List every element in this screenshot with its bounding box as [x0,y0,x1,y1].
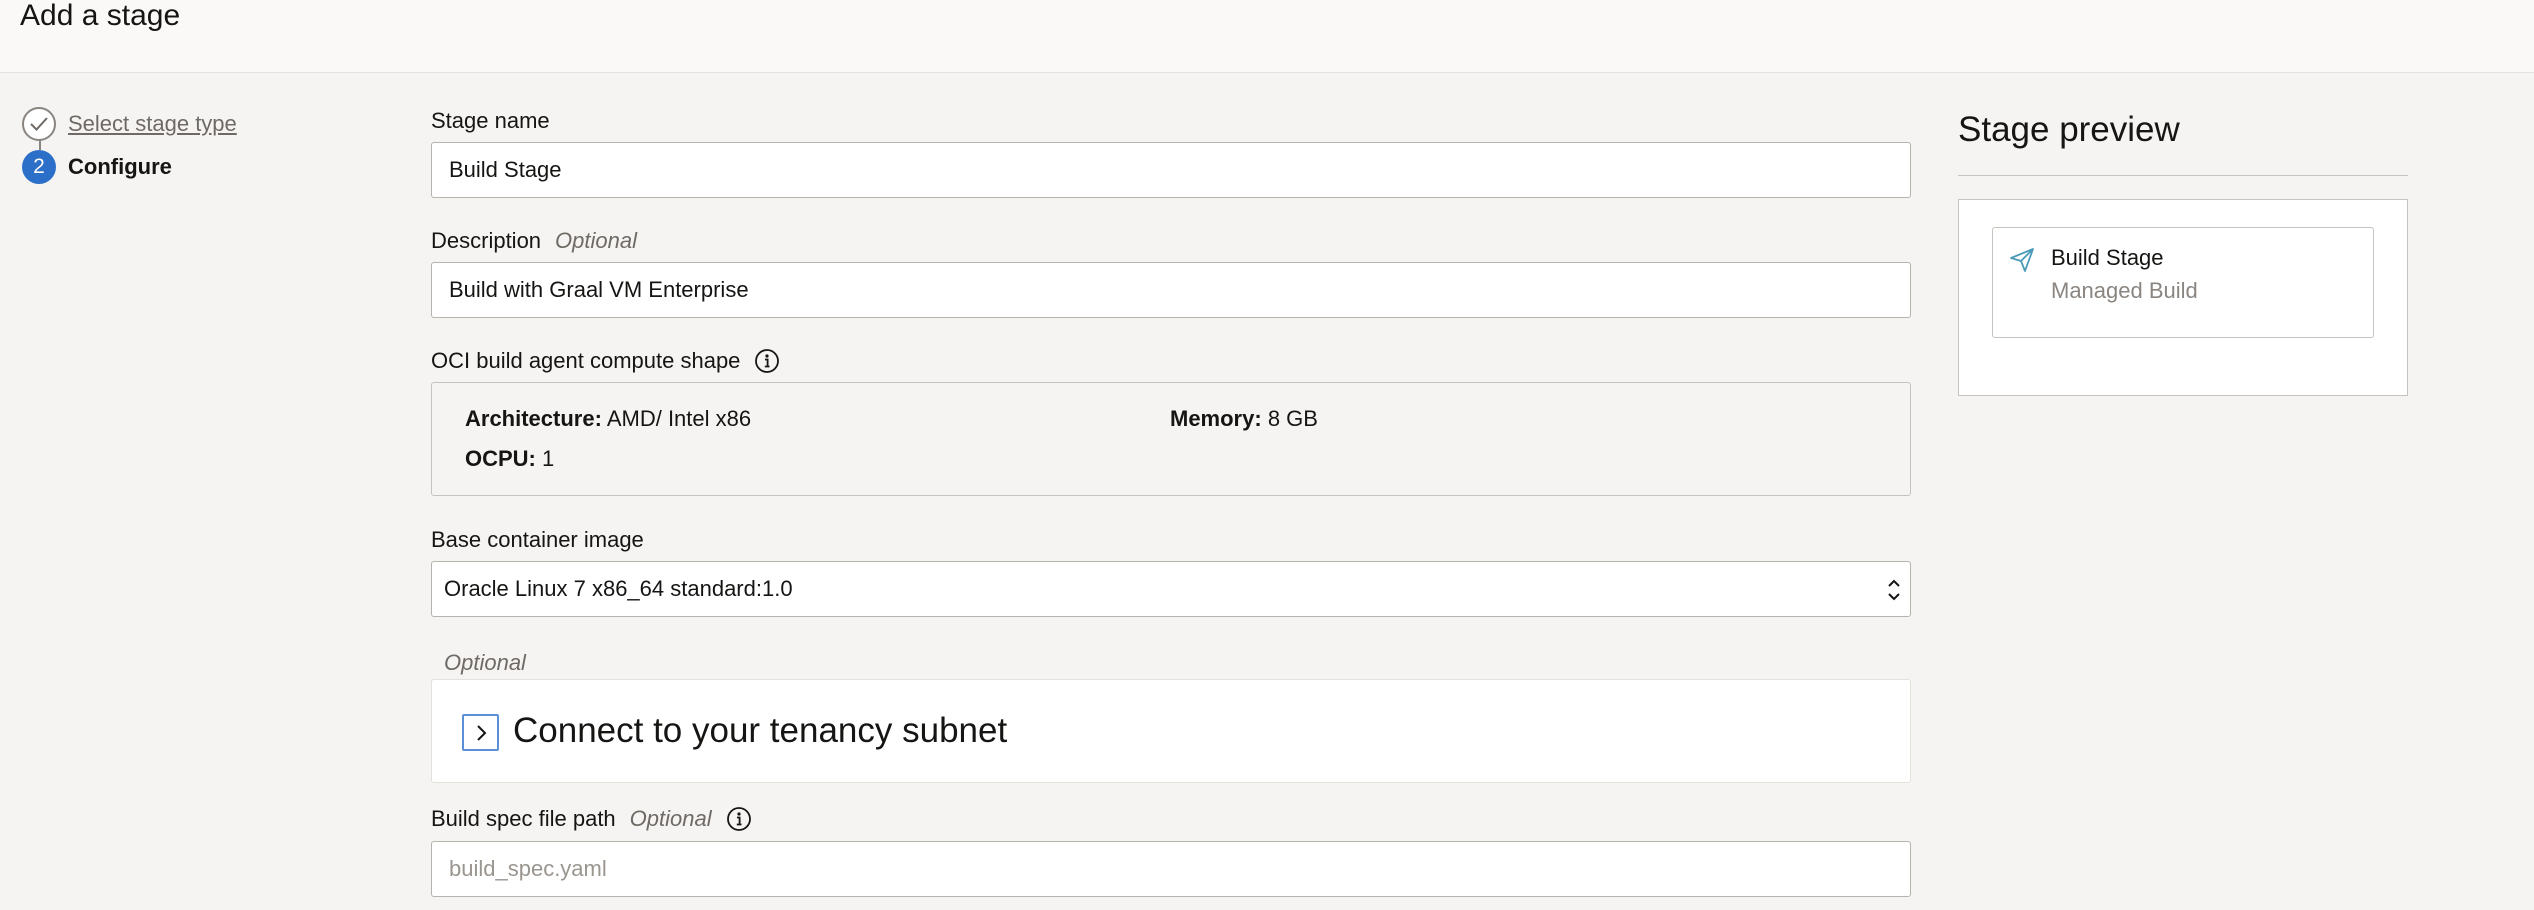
build-spec-input[interactable] [431,841,1911,897]
description-label: Description Optional [431,228,637,253]
step-label: Configure [68,154,172,179]
card-title: Build Stage [2051,245,2164,270]
page-title: Add a stage [20,0,181,32]
page-header: Add a stage [0,0,2534,73]
build-spec-label: Build spec file path Optional [431,806,752,832]
tenancy-subnet-title[interactable]: Connect to your tenancy subnet [513,711,1007,751]
optional-caption: Optional [444,650,526,675]
preview-title: Stage preview [1958,110,2180,149]
check-icon [22,107,56,141]
description-input[interactable] [431,262,1911,318]
card-subtitle: Managed Build [2051,278,2198,303]
step-select-stage-type[interactable]: Select stage type [22,107,237,141]
info-icon[interactable] [726,806,752,832]
ocpu-item: OCPU: 1 [465,446,555,471]
chevron-updown-icon [1886,577,1902,609]
memory-item: Memory: 8 GB [1170,406,1318,431]
info-icon[interactable] [754,348,780,374]
base-image-select[interactable]: Oracle Linux 7 x86_64 standard:1.0 [431,561,1911,617]
divider [1958,175,2408,176]
tenancy-subnet-panel: Connect to your tenancy subnet [431,679,1911,783]
optional-tag: Optional [555,228,637,253]
stage-preview-panel: Build Stage Managed Build [1958,199,2408,396]
stage-name-input[interactable] [431,142,1911,198]
compute-shape-label: OCI build agent compute shape [431,348,780,374]
expand-button[interactable] [462,714,499,751]
chevron-right-icon [476,724,486,741]
optional-tag: Optional [629,806,712,831]
selected-value: Oracle Linux 7 x86_64 standard:1.0 [444,576,793,601]
compute-shape-summary: Architecture: AMD/ Intel x86 Memory: 8 G… [431,382,1911,496]
step-configure: 2 Configure [22,150,172,184]
send-icon [2008,246,2036,279]
step-number-badge: 2 [22,150,56,184]
stage-preview-card[interactable]: Build Stage Managed Build [1992,227,2374,338]
base-image-label: Base container image [431,527,644,552]
architecture-item: Architecture: AMD/ Intel x86 [465,406,752,431]
stage-name-label: Stage name [431,108,550,133]
step-label[interactable]: Select stage type [68,111,237,137]
